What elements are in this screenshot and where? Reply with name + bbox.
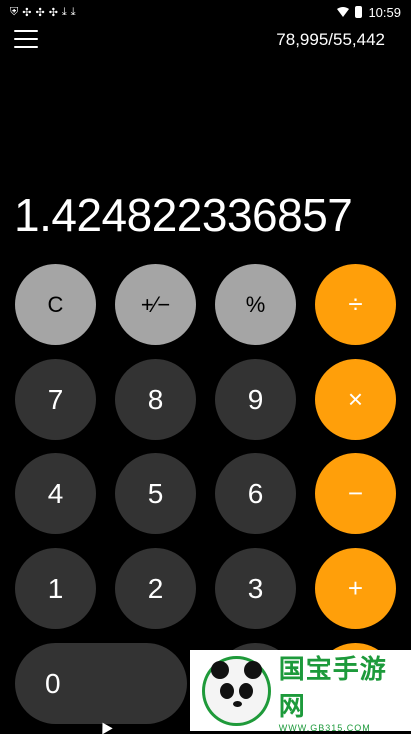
- digit-0-button[interactable]: 0: [15, 643, 187, 724]
- status-bar: ⛨ ✣ ✣ ✣ ⤓ ⤓ 10:59: [0, 0, 411, 24]
- status-time: 10:59: [368, 4, 401, 20]
- android-debug-icon: ✣: [35, 6, 45, 19]
- sign-toggle-button[interactable]: +⁄−: [115, 264, 196, 345]
- status-right: 10:59: [337, 5, 401, 20]
- minus-button[interactable]: −: [315, 453, 396, 534]
- android-debug-icon: ✣: [48, 6, 58, 19]
- status-icons: ⛨ ✣ ✣ ✣ ⤓ ⤓: [10, 6, 76, 19]
- battery-icon: [355, 6, 363, 18]
- keypad: C +⁄− % ÷ 7 8 9 × 4 5 6 − 1 2 3 + 0: [0, 0, 411, 731]
- multiply-button[interactable]: ×: [315, 359, 396, 440]
- digit-5-button[interactable]: 5: [115, 453, 196, 534]
- digit-6-button[interactable]: 6: [215, 453, 296, 534]
- plus-button[interactable]: +: [315, 548, 396, 629]
- digit-3-button[interactable]: 3: [215, 548, 296, 629]
- digit-8-button[interactable]: 8: [115, 359, 196, 440]
- watermark-logo: 国宝手游网 WWW.GB315.COM: [190, 649, 411, 733]
- digit-9-button[interactable]: 9: [215, 359, 296, 440]
- watermark-url: WWW.GB315.COM: [278, 722, 371, 733]
- percent-button[interactable]: %: [215, 264, 296, 345]
- digit-1-button[interactable]: 1: [15, 548, 96, 629]
- panda-logo-icon: [202, 655, 271, 726]
- digit-4-button[interactable]: 4: [15, 453, 96, 534]
- result-display: 1.424822336857: [14, 189, 353, 241]
- digit-7-button[interactable]: 7: [15, 359, 96, 440]
- watermark-title: 国宝手游网: [278, 653, 387, 721]
- menu-icon[interactable]: [14, 30, 38, 48]
- watermark-text: 国宝手游网 WWW.GB315.COM: [279, 649, 411, 733]
- wifi-icon: [337, 7, 350, 17]
- divide-button[interactable]: ÷: [315, 264, 396, 345]
- shield-icon: ⛨: [10, 5, 19, 18]
- fraction-display: 78,995/55,442: [276, 30, 385, 49]
- digit-2-button[interactable]: 2: [115, 548, 196, 629]
- android-debug-icon: ✣: [22, 6, 32, 19]
- download-icon: ⤓: [61, 5, 67, 18]
- download-icon: ⤓: [70, 5, 76, 18]
- clear-button[interactable]: C: [15, 264, 96, 345]
